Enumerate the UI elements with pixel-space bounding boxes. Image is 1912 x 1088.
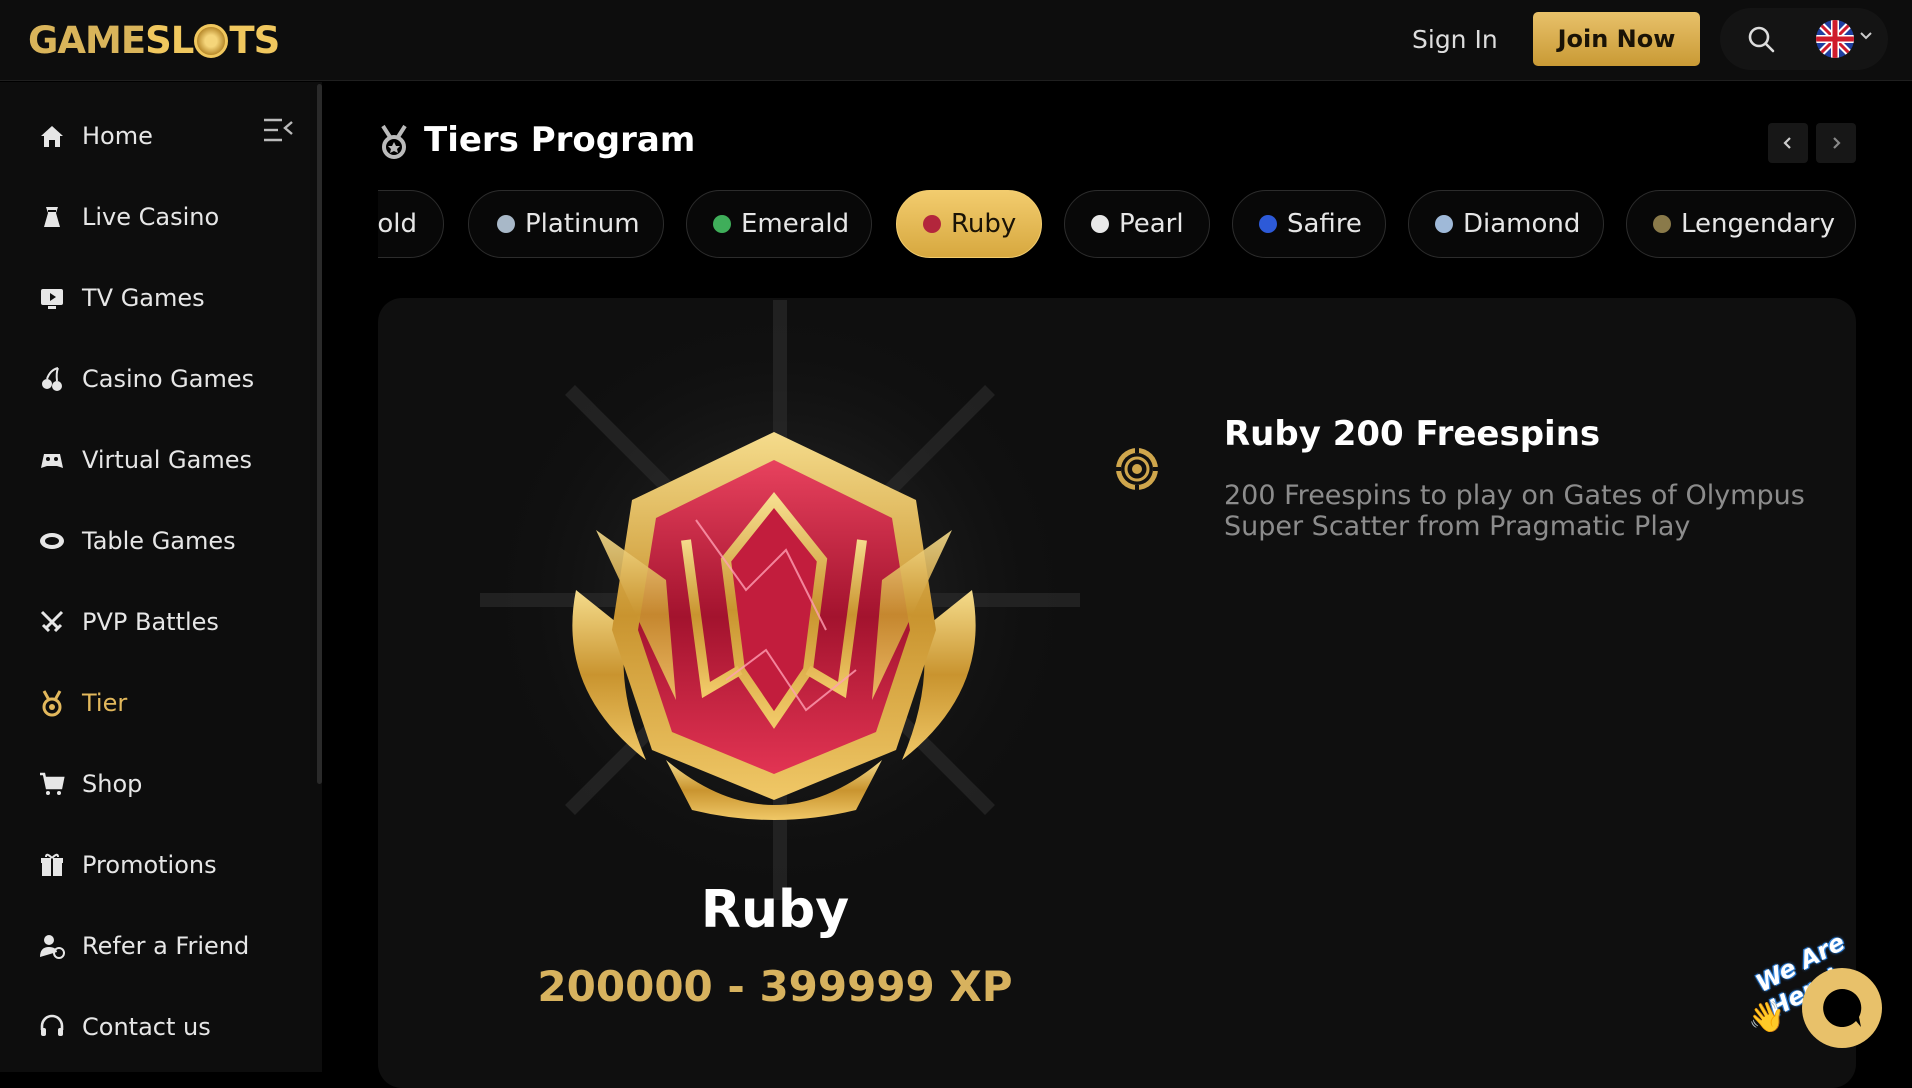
home-icon bbox=[41, 126, 63, 147]
sidebar-item-promotions[interactable]: Promotions bbox=[38, 845, 217, 885]
waving-hand-icon: 👋 bbox=[1748, 1000, 1786, 1035]
sidebar-item-label: Home bbox=[82, 122, 153, 150]
tab-ruby[interactable]: Ruby bbox=[896, 190, 1042, 258]
tabs-next-button[interactable] bbox=[1816, 123, 1856, 163]
sidebar-item-tv-games[interactable]: TV Games bbox=[38, 278, 205, 318]
tab-safire[interactable]: Safire bbox=[1232, 190, 1386, 258]
sidebar-item-label: TV Games bbox=[82, 284, 205, 312]
refer-icon bbox=[40, 935, 65, 959]
tab-label: Ruby bbox=[951, 209, 1017, 239]
page-title: Tiers Program bbox=[424, 120, 696, 160]
join-now-button[interactable]: Join Now bbox=[1533, 12, 1700, 66]
sidebar-item-table-games[interactable]: Table Games bbox=[38, 521, 236, 561]
tab-lengendary[interactable]: Lengendary bbox=[1626, 190, 1856, 258]
tier-xp-range: 200000 - 399999 XP bbox=[537, 962, 1013, 1011]
reward-title: Ruby 200 Freespins bbox=[1224, 414, 1601, 454]
platinum-gem-icon bbox=[497, 215, 515, 233]
gift-icon bbox=[41, 853, 63, 876]
sidebar-item-label: Table Games bbox=[82, 527, 236, 555]
tab-label: Diamond bbox=[1463, 209, 1581, 239]
ruby-gem-icon bbox=[923, 215, 941, 233]
tiers-medal-icon bbox=[381, 124, 407, 159]
tv-icon bbox=[41, 289, 63, 309]
logo-text-ts: TS bbox=[229, 18, 280, 62]
pearl-gem-icon bbox=[1091, 215, 1109, 233]
gameslots-logo[interactable]: GAME SL TS bbox=[28, 18, 280, 62]
lengendary-gem-icon bbox=[1653, 215, 1671, 233]
tab-label: Lengendary bbox=[1681, 209, 1835, 239]
top-bar: GAME SL TS Sign In Join Now bbox=[0, 0, 1912, 81]
headset-icon bbox=[40, 1014, 64, 1036]
ruby-tier-badge-image bbox=[572, 432, 976, 820]
chevron-down-icon[interactable] bbox=[1858, 28, 1874, 44]
sidebar-item-label: Contact us bbox=[82, 1013, 211, 1041]
tab-label: Safire bbox=[1287, 209, 1362, 239]
sidebar-item-contact-us[interactable]: Contact us bbox=[38, 1007, 211, 1047]
tier-tabs: Gold Platinum Emerald Ruby Pearl Safire … bbox=[378, 190, 1856, 258]
tabs-prev-button[interactable] bbox=[1768, 123, 1808, 163]
virtual-games-icon bbox=[41, 454, 63, 468]
logo-text-sl: SL bbox=[145, 18, 194, 62]
diamond-gem-icon bbox=[1435, 215, 1453, 233]
cherries-icon bbox=[42, 367, 62, 391]
tab-emerald[interactable]: Emerald bbox=[686, 190, 872, 258]
sidebar-item-label: Shop bbox=[82, 770, 143, 798]
cart-icon bbox=[40, 772, 65, 795]
logo-coin-icon bbox=[194, 24, 229, 58]
sidebar-item-label: Tier bbox=[82, 689, 128, 717]
casino-chip-icon bbox=[1115, 447, 1159, 491]
sidebar-item-label: Refer a Friend bbox=[82, 932, 250, 960]
sidebar-item-refer-a-friend[interactable]: Refer a Friend bbox=[38, 926, 249, 966]
tab-label: Gold bbox=[378, 209, 417, 239]
chat-button[interactable] bbox=[1802, 968, 1882, 1048]
logo-text-game: GAME bbox=[28, 18, 146, 62]
sidebar-item-shop[interactable]: Shop bbox=[38, 764, 142, 804]
collapse-sidebar-icon[interactable] bbox=[262, 116, 294, 144]
sidebar-item-casino-games[interactable]: Casino Games bbox=[38, 359, 254, 399]
sidebar-item-label: Live Casino bbox=[82, 203, 220, 231]
tab-diamond[interactable]: Diamond bbox=[1408, 190, 1604, 258]
sidebar-item-tier[interactable]: Tier bbox=[38, 683, 127, 723]
chevron-right-icon bbox=[1833, 137, 1841, 149]
sidebar-item-pvp-battles[interactable]: PVP Battles bbox=[38, 602, 219, 642]
tier-name: Ruby bbox=[700, 880, 850, 940]
sign-in-link[interactable]: Sign In bbox=[1412, 20, 1498, 60]
swords-icon bbox=[40, 610, 64, 633]
sidebar-item-virtual-games[interactable]: Virtual Games bbox=[38, 440, 252, 480]
sidebar-item-home[interactable]: Home bbox=[38, 116, 153, 156]
medal-icon bbox=[42, 690, 62, 717]
live-casino-icon bbox=[44, 207, 60, 227]
tab-label: Platinum bbox=[525, 209, 640, 239]
tab-gold[interactable]: Gold bbox=[378, 190, 444, 258]
sidebar-item-label: Virtual Games bbox=[82, 446, 253, 474]
reward-description: 200 Freespins to play on Gates of Olympu… bbox=[1224, 480, 1805, 542]
uk-flag-icon[interactable] bbox=[1816, 20, 1854, 58]
safire-gem-icon bbox=[1259, 215, 1277, 233]
tab-label: Pearl bbox=[1119, 209, 1184, 239]
tab-pearl[interactable]: Pearl bbox=[1064, 190, 1210, 258]
emerald-gem-icon bbox=[713, 215, 731, 233]
table-games-icon bbox=[40, 533, 64, 549]
tab-platinum[interactable]: Platinum bbox=[468, 190, 664, 258]
sidebar-item-live-casino[interactable]: Live Casino bbox=[38, 197, 219, 237]
tab-label: Emerald bbox=[741, 209, 850, 239]
search-icon[interactable] bbox=[1746, 24, 1776, 54]
sidebar-item-label: PVP Battles bbox=[82, 608, 219, 636]
sidebar-item-label: Promotions bbox=[82, 851, 217, 879]
chevron-left-icon bbox=[1783, 137, 1791, 149]
chat-bubble-icon bbox=[1823, 988, 1862, 1027]
sidebar-item-label: Casino Games bbox=[82, 365, 255, 393]
